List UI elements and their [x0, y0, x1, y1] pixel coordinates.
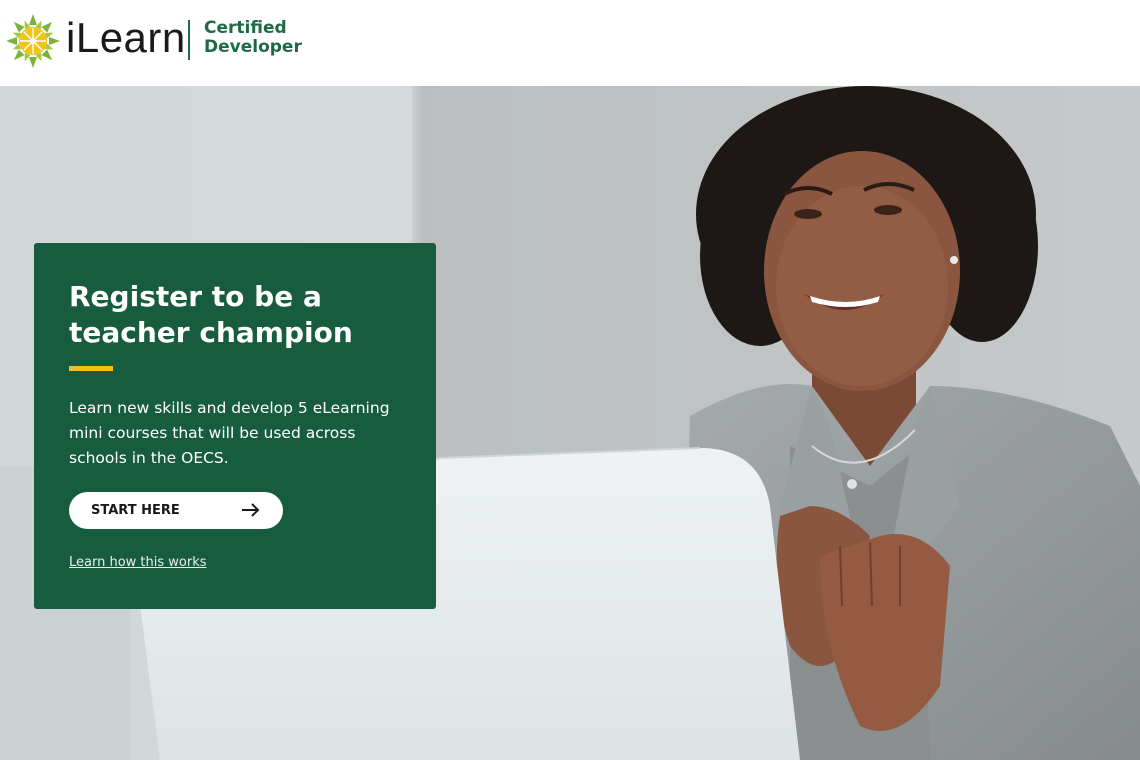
arrow-right-icon: [242, 503, 260, 517]
hero-section: Register to be a teacher champion Learn …: [0, 86, 1140, 760]
sun-icon: [6, 14, 60, 68]
register-card: Register to be a teacher champion Learn …: [34, 243, 436, 609]
card-description: Learn new skills and develop 5 eLearning…: [69, 399, 390, 467]
card-title: Register to be a teacher champion: [69, 280, 353, 349]
developer-label: Developer: [204, 37, 302, 57]
certified-label: Certified: [204, 18, 287, 38]
start-here-label: START HERE: [91, 503, 180, 518]
logo-divider: [188, 20, 190, 60]
logo-wordmark[interactable]: iLearn: [66, 14, 186, 62]
site-header: iLearn Certified Developer: [0, 0, 1140, 86]
certified-developer-label: Certified Developer: [204, 19, 302, 57]
title-accent-bar: [69, 366, 113, 371]
start-here-button[interactable]: START HERE: [69, 492, 283, 529]
learn-how-link[interactable]: Learn how this works: [69, 555, 207, 570]
